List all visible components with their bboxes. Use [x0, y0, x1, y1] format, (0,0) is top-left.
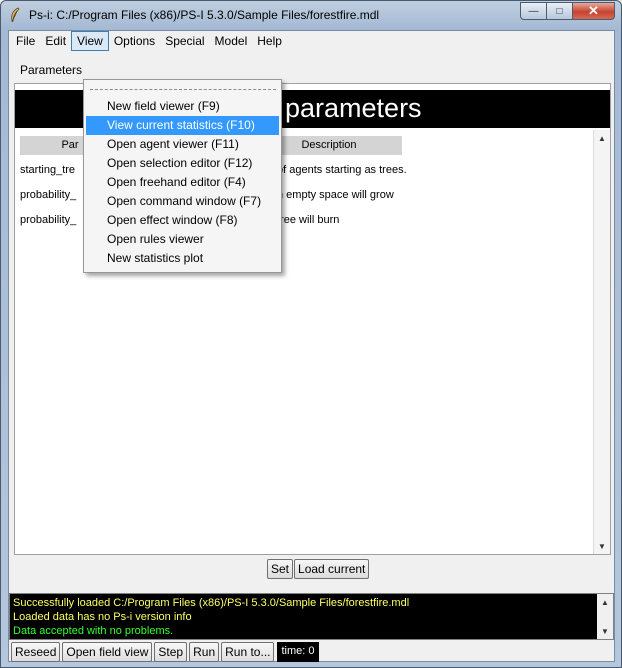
- menu-item-open-freehand-editor[interactable]: Open freehand editor (F4): [86, 173, 279, 192]
- table-row-description: n empty space will grow: [277, 189, 394, 201]
- tear-off-line[interactable]: [90, 89, 276, 90]
- scroll-down-arrow-icon[interactable]: ▼: [597, 623, 613, 639]
- simulation-toolbar: Reseed Open field view Step Run Run to..…: [11, 642, 319, 662]
- menu-bar: File Edit View Options Special Model Hel…: [9, 31, 614, 51]
- scroll-down-arrow-icon[interactable]: ▼: [594, 538, 610, 554]
- open-field-view-button[interactable]: Open field view: [62, 642, 153, 662]
- table-row-name[interactable]: probability_: [20, 189, 76, 201]
- menu-item-new-field-viewer[interactable]: New field viewer (F9): [86, 97, 279, 116]
- console-scrollbar[interactable]: ▲ ▼: [597, 594, 613, 639]
- banner-title: parameters: [285, 93, 422, 123]
- client-area: File Edit View Options Special Model Hel…: [8, 30, 615, 662]
- menu-edit[interactable]: Edit: [40, 31, 71, 51]
- menu-item-new-statistics-plot[interactable]: New statistics plot: [86, 249, 279, 268]
- table-row-name[interactable]: probability_: [20, 214, 76, 226]
- minimize-button[interactable]: —: [520, 2, 546, 20]
- parameters-tab-label[interactable]: Parameters: [20, 63, 82, 77]
- time-display: time: 0: [277, 642, 319, 662]
- console-line-loaded: Successfully loaded C:/Program Files (x8…: [13, 597, 410, 609]
- menu-help[interactable]: Help: [252, 31, 287, 51]
- step-button[interactable]: Step: [154, 642, 188, 662]
- menu-item-open-effect-window[interactable]: Open effect window (F8): [86, 211, 279, 230]
- menu-item-open-selection-editor[interactable]: Open selection editor (F12): [86, 154, 279, 173]
- view-menu-dropdown: New field viewer (F9) View current stati…: [83, 79, 282, 273]
- load-current-button[interactable]: Load current: [294, 559, 370, 579]
- scroll-up-arrow-icon[interactable]: ▲: [594, 130, 610, 146]
- menu-options[interactable]: Options: [109, 31, 160, 51]
- panel-vertical-scrollbar[interactable]: ▲ ▼: [593, 130, 610, 554]
- title-bar[interactable]: Ps-i: C:/Program Files (x86)/PS-I 5.3.0/…: [1, 1, 621, 29]
- feather-icon: [11, 7, 20, 23]
- menu-file[interactable]: File: [11, 31, 40, 51]
- run-button[interactable]: Run: [189, 642, 220, 662]
- menu-special[interactable]: Special: [160, 31, 209, 51]
- menu-item-open-agent-viewer[interactable]: Open agent viewer (F11): [86, 135, 279, 154]
- parameter-button-bar: Set Load current: [267, 559, 370, 579]
- console-line-accepted: Data accepted with no problems.: [13, 625, 174, 637]
- reseed-button[interactable]: Reseed: [11, 642, 61, 662]
- menu-view[interactable]: View: [71, 31, 109, 51]
- app-window: Ps-i: C:/Program Files (x86)/PS-I 5.3.0/…: [0, 0, 622, 668]
- close-button[interactable]: ✕: [572, 2, 615, 20]
- menu-item-view-current-statistics[interactable]: View current statistics (F10): [86, 116, 279, 135]
- table-row-description: tree will burn: [277, 214, 340, 226]
- console-line-version: Loaded data has no Ps-i version info: [13, 611, 192, 623]
- window-title: Ps-i: C:/Program Files (x86)/PS-I 5.3.0/…: [29, 8, 380, 22]
- message-console: Successfully loaded C:/Program Files (x8…: [9, 593, 614, 640]
- maximize-button[interactable]: □: [546, 2, 572, 20]
- menu-item-open-rules-viewer[interactable]: Open rules viewer: [86, 230, 279, 249]
- table-row-description: of agents starting as trees.: [277, 164, 407, 176]
- table-row-name[interactable]: starting_tre: [20, 164, 75, 176]
- menu-item-open-command-window[interactable]: Open command window (F7): [86, 192, 279, 211]
- menu-model[interactable]: Model: [210, 31, 253, 51]
- caption-buttons: — □ ✕: [520, 2, 615, 20]
- scroll-up-arrow-icon[interactable]: ▲: [597, 594, 613, 610]
- set-button[interactable]: Set: [267, 559, 294, 579]
- run-to-button[interactable]: Run to...: [221, 642, 275, 662]
